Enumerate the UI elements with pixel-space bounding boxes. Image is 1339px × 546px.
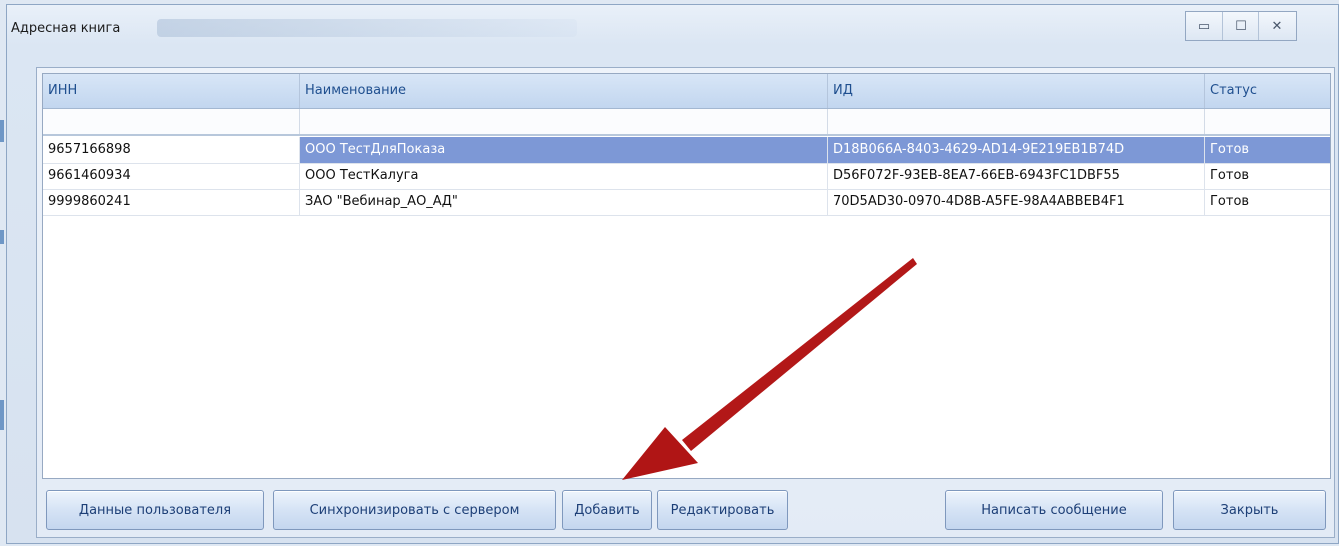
cell-inn: 9657166898 xyxy=(43,137,300,163)
cell-inn: 9999860241 xyxy=(43,189,300,215)
edit-button[interactable]: Редактировать xyxy=(657,490,788,530)
add-button[interactable]: Добавить xyxy=(562,490,652,530)
background-decoration xyxy=(0,120,4,142)
column-header-id[interactable]: ИД xyxy=(828,74,1205,108)
maximize-button[interactable]: ☐ xyxy=(1222,12,1259,40)
cell-name: ООО ТестКалуга xyxy=(300,163,828,189)
cell-name: ЗАО "Вебинар_АО_АД" xyxy=(300,189,828,215)
filter-row[interactable] xyxy=(43,109,1330,136)
filter-cell-id[interactable] xyxy=(828,109,1205,134)
table-row[interactable]: 9657166898 ООО ТестДляПоказа D18B066A-84… xyxy=(43,137,1330,164)
address-book-window: Адресная книга ▭ ☐ ✕ ИНН Наименование ИД… xyxy=(6,4,1339,544)
table-row[interactable]: 9661460934 ООО ТестКалуга D56F072F-93EB-… xyxy=(43,163,1330,190)
cell-id: D18B066A-8403-4629-AD14-9E219EB1B74D xyxy=(828,137,1205,163)
cell-status: Готов xyxy=(1210,194,1250,209)
sync-server-button[interactable]: Синхронизировать с сервером xyxy=(273,490,556,530)
close-icon: ✕ xyxy=(1271,18,1283,34)
window-controls: ▭ ☐ ✕ xyxy=(1185,11,1297,41)
minimize-button[interactable]: ▭ xyxy=(1186,12,1222,40)
grid-header: ИНН Наименование ИД Статус xyxy=(43,74,1330,109)
column-header-status[interactable]: Статус xyxy=(1205,74,1330,108)
user-data-button[interactable]: Данные пользователя xyxy=(46,490,264,530)
cell-status: Готов xyxy=(1210,168,1250,183)
window-title: Адресная книга xyxy=(11,21,121,36)
blurred-title-info xyxy=(157,19,577,37)
title-bar[interactable]: Адресная книга ▭ ☐ ✕ xyxy=(7,5,1338,57)
content-panel: ИНН Наименование ИД Статус 9657166898 ОО… xyxy=(36,67,1335,538)
cell-id: D56F072F-93EB-8EA7-66EB-6943FC1DBF55 xyxy=(828,163,1205,189)
filter-cell-inn[interactable] xyxy=(43,109,300,134)
write-message-button[interactable]: Написать сообщение xyxy=(945,490,1163,530)
close-button[interactable]: Закрыть xyxy=(1173,490,1326,530)
minimize-icon: ▭ xyxy=(1197,18,1211,34)
close-window-button[interactable]: ✕ xyxy=(1258,12,1295,40)
address-grid[interactable]: ИНН Наименование ИД Статус 9657166898 ОО… xyxy=(42,73,1331,479)
maximize-icon: ☐ xyxy=(1235,18,1247,34)
background-decoration xyxy=(0,230,4,244)
cell-id: 70D5AD30-0970-4D8B-A5FE-98A4ABBEB4F1 xyxy=(828,189,1205,215)
table-row[interactable]: 9999860241 ЗАО "Вебинар_АО_АД" 70D5AD30-… xyxy=(43,189,1330,216)
cell-inn: 9661460934 xyxy=(43,163,300,189)
filter-cell-status[interactable] xyxy=(1205,109,1330,134)
column-header-inn[interactable]: ИНН xyxy=(43,74,300,108)
cell-name: ООО ТестДляПоказа xyxy=(300,137,828,163)
filter-cell-name[interactable] xyxy=(300,109,828,134)
cell-status: Готов xyxy=(1205,137,1330,163)
background-decoration xyxy=(0,400,4,430)
column-header-name[interactable]: Наименование xyxy=(300,74,828,108)
